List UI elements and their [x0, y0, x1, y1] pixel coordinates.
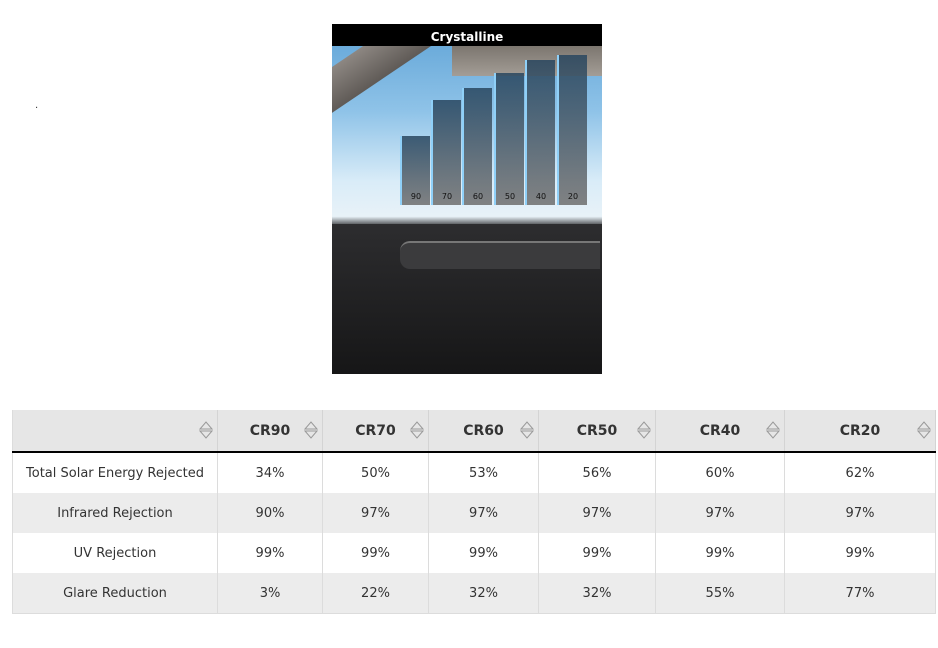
- table-cell: 50%: [322, 452, 429, 493]
- shade-strip-50: 50: [494, 73, 524, 205]
- shade-label: 60: [472, 192, 484, 201]
- table-cell: 97%: [428, 493, 539, 533]
- table-cell: 99%: [655, 533, 785, 573]
- row-label: Glare Reduction: [12, 573, 218, 614]
- table-cell: 32%: [428, 573, 539, 614]
- shade-label: 20: [567, 192, 579, 201]
- sort-icon[interactable]: [410, 421, 424, 439]
- shade-strip-90: 90: [400, 136, 430, 205]
- table-cell: 62%: [784, 452, 936, 493]
- table-cell: 60%: [655, 452, 785, 493]
- table-row: Infrared Rejection 90% 97% 97% 97% 97% 97%: [12, 493, 936, 533]
- sort-icon[interactable]: [304, 421, 318, 439]
- column-label: CR70: [355, 422, 396, 439]
- column-header[interactable]: [12, 410, 218, 453]
- column-label: CR50: [576, 422, 618, 439]
- column-header[interactable]: CR20: [784, 410, 936, 453]
- table-cell: 90%: [217, 493, 323, 533]
- column-label: CR90: [249, 422, 291, 439]
- table-cell: 32%: [538, 573, 656, 614]
- table-cell: 77%: [784, 573, 936, 614]
- shade-label: 50: [504, 192, 516, 201]
- stray-dot: .: [35, 100, 39, 111]
- table-cell: 97%: [322, 493, 429, 533]
- table-cell: 22%: [322, 573, 429, 614]
- sort-icon[interactable]: [520, 421, 534, 439]
- table-cell: 99%: [322, 533, 429, 573]
- row-label: Infrared Rejection: [12, 493, 218, 533]
- crystalline-tint-image: 90 70 60 50 40 20 Crystalline: [332, 24, 602, 374]
- row-label: Total Solar Energy Rejected: [12, 452, 218, 493]
- table-cell: 99%: [428, 533, 539, 573]
- column-label: CR60: [463, 422, 504, 439]
- shade-label: 90: [410, 192, 422, 201]
- table-cell: 97%: [784, 493, 936, 533]
- table-cell: 97%: [655, 493, 785, 533]
- shade-label: 70: [441, 192, 453, 201]
- column-header[interactable]: CR90: [217, 410, 323, 453]
- column-label: CR40: [699, 422, 741, 439]
- table-header-row: CR90 CR70 CR60 CR50 CR40 CR20: [12, 410, 936, 453]
- tint-comparison-table: CR90 CR70 CR60 CR50 CR40 CR20 Total Sola…: [12, 410, 936, 614]
- image-title: Crystalline: [332, 24, 602, 46]
- table-cell: 56%: [538, 452, 656, 493]
- table-cell: 53%: [428, 452, 539, 493]
- column-header[interactable]: CR40: [655, 410, 785, 453]
- table-row: Glare Reduction 3% 22% 32% 32% 55% 77%: [12, 573, 936, 614]
- shade-strip-60: 60: [462, 88, 492, 205]
- row-label: UV Rejection: [12, 533, 218, 573]
- table-row: Total Solar Energy Rejected 34% 50% 53% 56% 6…: [12, 452, 936, 493]
- sort-icon[interactable]: [766, 421, 780, 439]
- table-cell: 99%: [784, 533, 936, 573]
- sort-icon[interactable]: [637, 421, 651, 439]
- table-cell: 55%: [655, 573, 785, 614]
- column-header[interactable]: CR50: [538, 410, 656, 453]
- shade-label: 40: [535, 192, 547, 201]
- shade-strip-40: 40: [525, 60, 555, 205]
- table-cell: 99%: [217, 533, 323, 573]
- sort-icon[interactable]: [199, 421, 213, 439]
- table-cell: 97%: [538, 493, 656, 533]
- sort-icon[interactable]: [917, 421, 931, 439]
- table-cell: 3%: [217, 573, 323, 614]
- shade-strip-20: 20: [557, 55, 587, 205]
- shade-strip-70: 70: [431, 100, 461, 205]
- table-cell: 34%: [217, 452, 323, 493]
- column-label: CR20: [839, 422, 881, 439]
- column-header[interactable]: CR70: [322, 410, 429, 453]
- table-cell: 99%: [538, 533, 656, 573]
- table-row: UV Rejection 99% 99% 99% 99% 99% 99%: [12, 533, 936, 573]
- column-header[interactable]: CR60: [428, 410, 539, 453]
- door-handle: [400, 241, 600, 269]
